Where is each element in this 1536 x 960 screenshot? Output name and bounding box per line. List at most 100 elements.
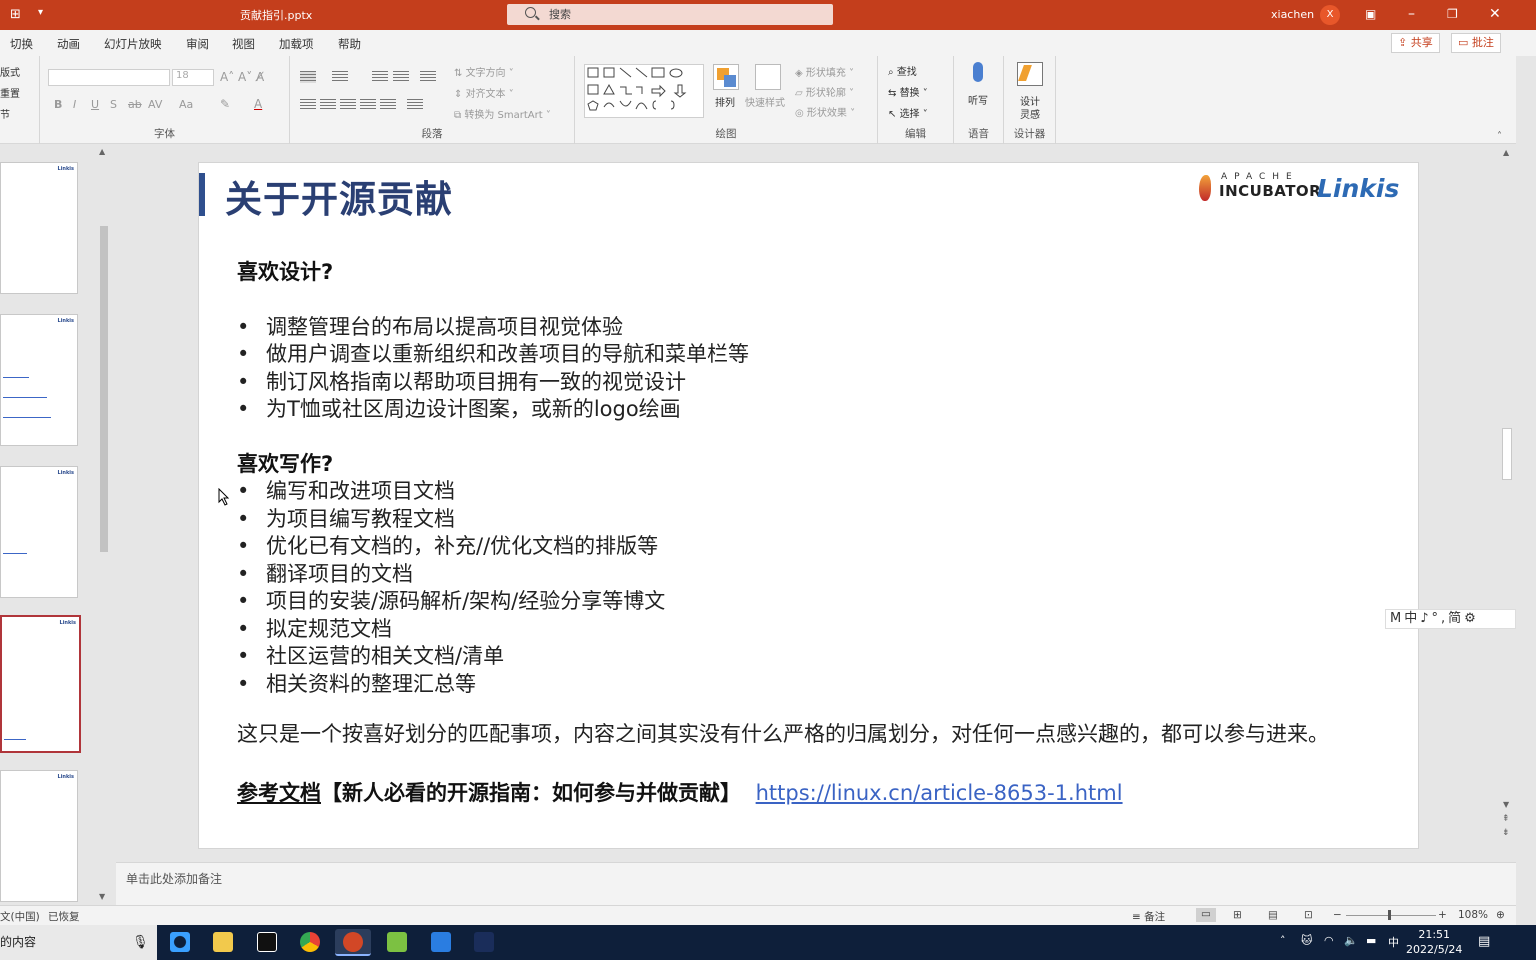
user-name[interactable]: xiachen <box>1271 8 1314 21</box>
zoom-out-icon[interactable]: − <box>1333 909 1342 921</box>
list-item[interactable]: • 为T恤或社区周边设计图案，或新的logo绘画 <box>237 393 681 423</box>
slide-canvas[interactable]: 关于开源贡献 APACHE INCUBATOR Linkis 喜欢设计? • 调整… <box>198 162 1419 849</box>
italic-icon[interactable]: I <box>73 98 76 111</box>
scroll-down-icon[interactable]: ▼ <box>99 892 105 901</box>
justify-icon[interactable] <box>360 99 376 111</box>
battery-icon[interactable]: ▬ <box>1366 934 1376 947</box>
ribbon-display-options-icon[interactable]: ▣ <box>1365 6 1376 22</box>
fit-to-window-icon[interactable]: ⊕ <box>1496 909 1505 921</box>
thumbnail-scrollbar[interactable]: ▲ ▼ <box>98 147 110 904</box>
volume-icon[interactable]: 🔈 <box>1344 934 1358 947</box>
wifi-icon[interactable]: ◠ <box>1324 934 1334 947</box>
normal-view-icon[interactable]: ▭ <box>1196 908 1216 922</box>
quick-access-dropdown-icon[interactable]: ▾ <box>38 7 43 18</box>
search-box[interactable]: 搜索 <box>507 4 833 25</box>
microphone-icon[interactable]: 🎙 <box>132 925 149 960</box>
columns-icon[interactable] <box>407 99 423 111</box>
notes-pane[interactable]: 单击此处添加备注 <box>116 862 1516 905</box>
document-title[interactable]: 贡献指引.pptx <box>240 7 312 23</box>
tray-app-icon[interactable]: 🐱 <box>1301 934 1312 947</box>
zoom-in-icon[interactable]: + <box>1438 909 1447 921</box>
share-button[interactable]: ⇪ 共享 <box>1391 33 1440 53</box>
tab-animations[interactable]: 动画 <box>57 36 80 52</box>
align-right-icon[interactable] <box>340 99 356 111</box>
list-item[interactable]: • 做用户调查以重新组织和改善项目的导航和菜单栏等 <box>237 338 749 368</box>
reading-view-icon[interactable]: ▤ <box>1268 909 1278 921</box>
section-heading-writing[interactable]: 喜欢写作? <box>237 448 333 478</box>
taskbar-app-other[interactable] <box>466 929 502 956</box>
highlight-icon[interactable]: ✎ <box>220 97 230 111</box>
system-clock[interactable]: 21:51 2022/5/24 <box>1406 927 1462 957</box>
font-color-icon[interactable]: A <box>254 97 262 111</box>
slide-title[interactable]: 关于开源贡献 <box>225 169 453 223</box>
collapse-ribbon-icon[interactable]: ˄ <box>1497 131 1502 142</box>
list-item[interactable]: • 翻译项目的文档 <box>237 558 413 588</box>
tab-transitions[interactable]: 切换 <box>10 36 33 52</box>
numbering-icon[interactable] <box>332 71 348 83</box>
align-left-icon[interactable] <box>300 99 316 111</box>
slide-thumbnail[interactable]: Linkis <box>0 314 78 446</box>
grow-font-icon[interactable]: A˄ A˅ A̸ <box>220 70 264 84</box>
quick-styles-icon[interactable] <box>755 64 781 90</box>
restore-icon[interactable]: ❐ <box>1447 6 1458 22</box>
change-case-icon[interactable]: Aa <box>179 98 193 111</box>
design-ideas-label-2[interactable]: 灵感 <box>1020 106 1040 121</box>
list-item[interactable]: • 编写和改进项目文档 <box>237 475 455 505</box>
taskbar-app-explorer[interactable] <box>205 929 241 956</box>
zoom-slider-thumb[interactable] <box>1388 910 1391 920</box>
font-name-input[interactable] <box>48 69 170 86</box>
slide-thumbnail-selected[interactable]: Linkis <box>0 615 81 753</box>
find-button[interactable]: ⌕ 查找 <box>888 63 917 78</box>
tray-overflow-icon[interactable]: ˄ <box>1280 934 1286 947</box>
layout-button[interactable]: 版式 <box>0 64 20 79</box>
quick-styles-label[interactable]: 快速样式 <box>745 94 785 109</box>
align-text-button[interactable]: ⇕ 对齐文本 ˅ <box>454 85 514 100</box>
list-item[interactable]: • 优化已有文档的，补充//优化文档的排版等 <box>237 530 658 560</box>
decrease-indent-icon[interactable] <box>372 71 388 83</box>
scroll-down-icon[interactable]: ▼ <box>1503 800 1509 809</box>
ime-indicator[interactable]: 中 <box>1388 934 1399 950</box>
convert-smartart-button[interactable]: ⧉ 转换为 SmartArt ˅ <box>454 106 551 121</box>
microphone-icon[interactable] <box>973 62 983 82</box>
slide-scrollbar[interactable]: ▲ ▼ ⇞ ⇟ <box>1501 148 1514 842</box>
powerpoint-app-icon[interactable]: ⊞ <box>10 7 21 22</box>
list-item[interactable]: • 为项目编写教程文档 <box>237 503 455 533</box>
next-slide-icon[interactable]: ⇟ <box>1502 828 1510 838</box>
tab-slideshow[interactable]: 幻灯片放映 <box>104 36 162 52</box>
shapes-gallery[interactable] <box>584 64 704 118</box>
shape-effects-button[interactable]: ◎ 形状效果 ˅ <box>795 104 855 119</box>
language-indicator[interactable]: 文(中国) <box>0 909 40 924</box>
replace-button[interactable]: ⇆ 替换 ˅ <box>888 84 928 99</box>
strikethrough-icon[interactable]: ab <box>128 98 142 111</box>
taskbar-app-notepad[interactable] <box>379 929 415 956</box>
tab-addins[interactable]: 加载项 <box>279 36 314 52</box>
tab-review[interactable]: 审阅 <box>186 36 209 52</box>
slide-thumbnail[interactable]: Linkis <box>0 466 78 598</box>
section-button[interactable]: 节 <box>0 106 10 121</box>
section-heading-design[interactable]: 喜欢设计? <box>237 256 333 286</box>
arrange-label[interactable]: 排列 <box>715 94 735 109</box>
design-ideas-icon[interactable] <box>1017 62 1043 86</box>
line-spacing-icon[interactable] <box>420 71 436 83</box>
tab-view[interactable]: 视图 <box>232 36 255 52</box>
notes-toggle[interactable]: ≡ 备注 <box>1132 909 1165 924</box>
bold-icon[interactable]: B <box>54 98 62 111</box>
scroll-up-icon[interactable]: ▲ <box>99 147 105 156</box>
list-item[interactable]: • 社区运营的相关文档/清单 <box>237 640 504 670</box>
dictate-label[interactable]: 听写 <box>968 92 988 107</box>
select-button[interactable]: ↖ 选择 ˅ <box>888 105 928 120</box>
previous-slide-icon[interactable]: ⇞ <box>1502 814 1510 824</box>
tab-help[interactable]: 帮助 <box>338 36 361 52</box>
note-paragraph[interactable]: 这只是一个按喜好划分的匹配事项，内容之间其实没有什么严格的归属划分，对任何一点感… <box>237 721 1337 748</box>
align-center-icon[interactable] <box>320 99 336 111</box>
underline-icon[interactable]: U <box>91 98 99 111</box>
increase-indent-icon[interactable] <box>393 71 409 83</box>
avatar[interactable]: X <box>1320 5 1340 25</box>
zoom-level[interactable]: 108% <box>1458 909 1488 921</box>
list-item[interactable]: • 调整管理台的布局以提高项目视觉体验 <box>237 311 623 341</box>
taskbar-app-board[interactable] <box>423 929 459 956</box>
text-direction-button[interactable]: ⇅ 文字方向 ˅ <box>454 64 514 79</box>
taskbar-search[interactable]: 的内容 🎙 <box>0 925 157 960</box>
comments-button[interactable]: ▭ 批注 <box>1451 33 1501 53</box>
reset-button[interactable]: 重置 <box>0 85 20 100</box>
